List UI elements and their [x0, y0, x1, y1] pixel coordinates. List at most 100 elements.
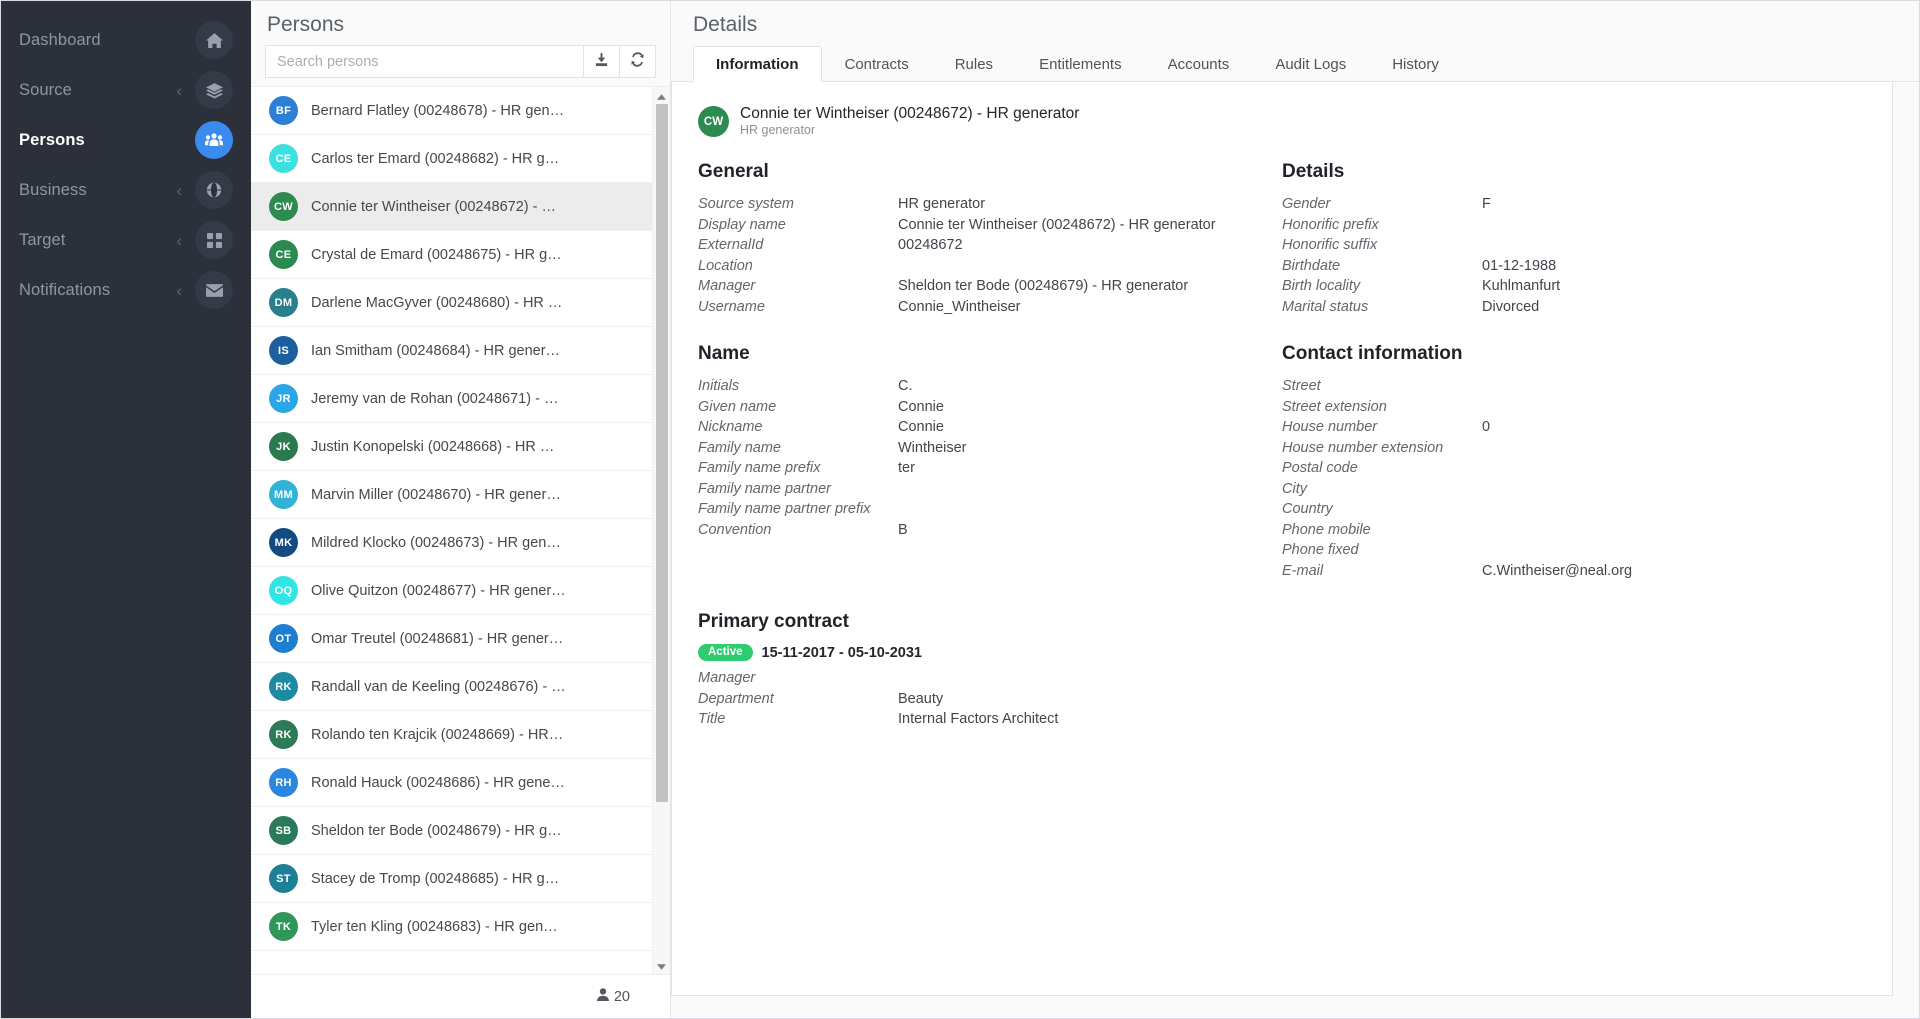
detail-key: Phone mobile: [1282, 521, 1371, 538]
list-item-label: Tyler ten Kling (00248683) - HR gen…: [311, 918, 558, 935]
scrollbar-thumb[interactable]: [656, 104, 668, 802]
list-item-label: Connie ter Wintheiser (00248672) - …: [311, 198, 557, 215]
tab-label: Contracts: [844, 56, 909, 73]
detail-key: Gender: [1282, 196, 1331, 212]
envelope-icon: [195, 271, 233, 309]
scroll-up-button[interactable]: [653, 87, 670, 104]
detail-row: Phone mobile: [1282, 520, 1836, 541]
avatar: SB: [269, 816, 298, 845]
chevron-up-icon: [657, 87, 666, 105]
detail-value: Wintheiser: [898, 439, 967, 456]
detail-row: Birth locality Kuhlmanfurt: [1282, 276, 1836, 297]
avatar: TK: [269, 912, 298, 941]
detail-row: E-mail C.Wintheiser@neal.org: [1282, 561, 1836, 582]
contact-rows: Street Street extension House number 0 House…: [1282, 376, 1836, 581]
detail-key: Marital status: [1282, 298, 1369, 315]
list-item-label: Ian Smitham (00248684) - HR gener…: [311, 342, 561, 359]
detail-value: ter: [898, 460, 915, 476]
sidebar-item-source[interactable]: Source ‹: [1, 65, 251, 115]
globe-icon: [195, 171, 233, 209]
detail-row: Postal code: [1282, 458, 1836, 479]
detail-row: House number extension: [1282, 438, 1836, 459]
avatar: RH: [269, 768, 298, 797]
detail-key: Family name: [698, 439, 781, 456]
list-item[interactable]: IS Ian Smitham (00248684) - HR gener…: [251, 327, 652, 375]
details-right-column: Details Gender F Honorific prefix Honorific…: [1282, 161, 1866, 581]
details-panel: Details Information Contracts Rules Entitle…: [671, 1, 1919, 1018]
persons-list[interactable]: BF Bernard Flatley (00248678) - HR gen… CE…: [251, 87, 670, 974]
entity-header: CW Connie ter Wintheiser (00248672) - HR…: [698, 104, 1866, 139]
list-item[interactable]: TK Tyler ten Kling (00248683) - HR gen…: [251, 903, 652, 951]
tab-contracts[interactable]: Contracts: [822, 46, 932, 82]
list-item[interactable]: RH Ronald Hauck (00248686) - HR gene…: [251, 759, 652, 807]
list-item[interactable]: JK Justin Konopelski (00248668) - HR …: [251, 423, 652, 471]
chevron-left-icon[interactable]: ‹: [176, 82, 182, 99]
tab-history[interactable]: History: [1369, 46, 1462, 82]
download-button[interactable]: [584, 45, 620, 78]
list-item-label: Sheldon ter Bode (00248679) - HR g…: [311, 822, 562, 839]
detail-value: C.: [898, 378, 913, 394]
chevron-left-icon[interactable]: ‹: [176, 232, 182, 249]
list-item[interactable]: RK Randall van de Keeling (00248676) - …: [251, 663, 652, 711]
sidebar-item-target[interactable]: Target ‹: [1, 215, 251, 265]
detail-row: Manager Sheldon ter Bode (00248679) - HR …: [698, 276, 1252, 297]
sidebar-item-dashboard[interactable]: Dashboard: [1, 15, 251, 65]
sidebar-item-business[interactable]: Business ‹: [1, 165, 251, 215]
tab-entitlements[interactable]: Entitlements: [1016, 46, 1145, 82]
detail-row: Country: [1282, 499, 1836, 520]
detail-row: Username Connie_Wintheiser: [698, 297, 1252, 318]
refresh-button[interactable]: [620, 45, 656, 78]
detail-row: Family name partner prefix: [698, 499, 1252, 520]
detail-row: Marital status Divorced: [1282, 297, 1836, 318]
chevron-left-icon[interactable]: ‹: [176, 182, 182, 199]
list-item[interactable]: DM Darlene MacGyver (00248680) - HR …: [251, 279, 652, 327]
list-item[interactable]: CE Crystal de Emard (00248675) - HR g…: [251, 231, 652, 279]
list-item-label: Carlos ter Emard (00248682) - HR g…: [311, 150, 560, 167]
list-item[interactable]: JR Jeremy van de Rohan (00248671) - …: [251, 375, 652, 423]
tab-rules[interactable]: Rules: [932, 46, 1016, 82]
avatar: RK: [269, 672, 298, 701]
list-item-label: Randall van de Keeling (00248676) - …: [311, 678, 566, 695]
general-rows: Source system HR generator Display name Con…: [698, 194, 1252, 317]
list-item[interactable]: BF Bernard Flatley (00248678) - HR gen…: [251, 87, 652, 135]
sidebar-item-label: Business: [19, 180, 87, 199]
list-item[interactable]: ST Stacey de Tromp (00248685) - HR g…: [251, 855, 652, 903]
list-item-label: Jeremy van de Rohan (00248671) - …: [311, 390, 559, 407]
detail-row: Department Beauty: [698, 689, 1866, 710]
chevron-left-icon[interactable]: ‹: [176, 282, 182, 299]
detail-row: Phone fixed: [1282, 540, 1836, 561]
list-item[interactable]: OT Omar Treutel (00248681) - HR gener…: [251, 615, 652, 663]
list-item[interactable]: MM Marvin Miller (00248670) - HR gener…: [251, 471, 652, 519]
detail-key: Street: [1282, 378, 1321, 394]
contract-dates: 15-11-2017 - 05-10-2031: [761, 644, 922, 661]
detail-key: Family name prefix: [698, 460, 821, 476]
primary-contract-title: Primary contract: [698, 611, 850, 632]
detail-key: House number extension: [1282, 439, 1444, 456]
avatar: MM: [269, 480, 298, 509]
list-item-label: Justin Konopelski (00248668) - HR …: [311, 438, 555, 455]
persons-list-scrollbar[interactable]: [652, 87, 670, 974]
tab-information[interactable]: Information: [693, 46, 822, 82]
list-item[interactable]: CW Connie ter Wintheiser (00248672) - …: [251, 183, 652, 231]
sidebar-item-persons[interactable]: Persons: [1, 115, 251, 165]
avatar: IS: [269, 336, 298, 365]
tab-accounts[interactable]: Accounts: [1145, 46, 1253, 82]
sidebar-item-label: Notifications: [19, 280, 111, 299]
detail-key: Phone fixed: [1282, 542, 1359, 558]
list-item[interactable]: SB Sheldon ter Bode (00248679) - HR g…: [251, 807, 652, 855]
detail-row: Honorific prefix: [1282, 215, 1836, 236]
list-item[interactable]: OQ Olive Quitzon (00248677) - HR gener…: [251, 567, 652, 615]
scroll-down-button[interactable]: [653, 957, 670, 974]
tab-label: Rules: [954, 56, 994, 73]
search-input[interactable]: [265, 45, 584, 78]
detail-row: Street: [1282, 376, 1836, 397]
sidebar-item-notifications[interactable]: Notifications ‹: [1, 265, 251, 315]
persons-title: Persons: [267, 13, 345, 36]
tab-audit-logs[interactable]: Audit Logs: [1252, 46, 1369, 82]
list-item[interactable]: CE Carlos ter Emard (00248682) - HR g…: [251, 135, 652, 183]
details-tabbar: Information Contracts Rules Entitlements Acc…: [671, 46, 1919, 82]
detail-value: B: [898, 521, 908, 538]
list-item[interactable]: RK Rolando ten Krajcik (00248669) - HR…: [251, 711, 652, 759]
application-window: Dashboard Source ‹ Persons Business ‹ Target ‹ N…: [0, 0, 1920, 1019]
list-item[interactable]: MK Mildred Klocko (00248673) - HR gen…: [251, 519, 652, 567]
